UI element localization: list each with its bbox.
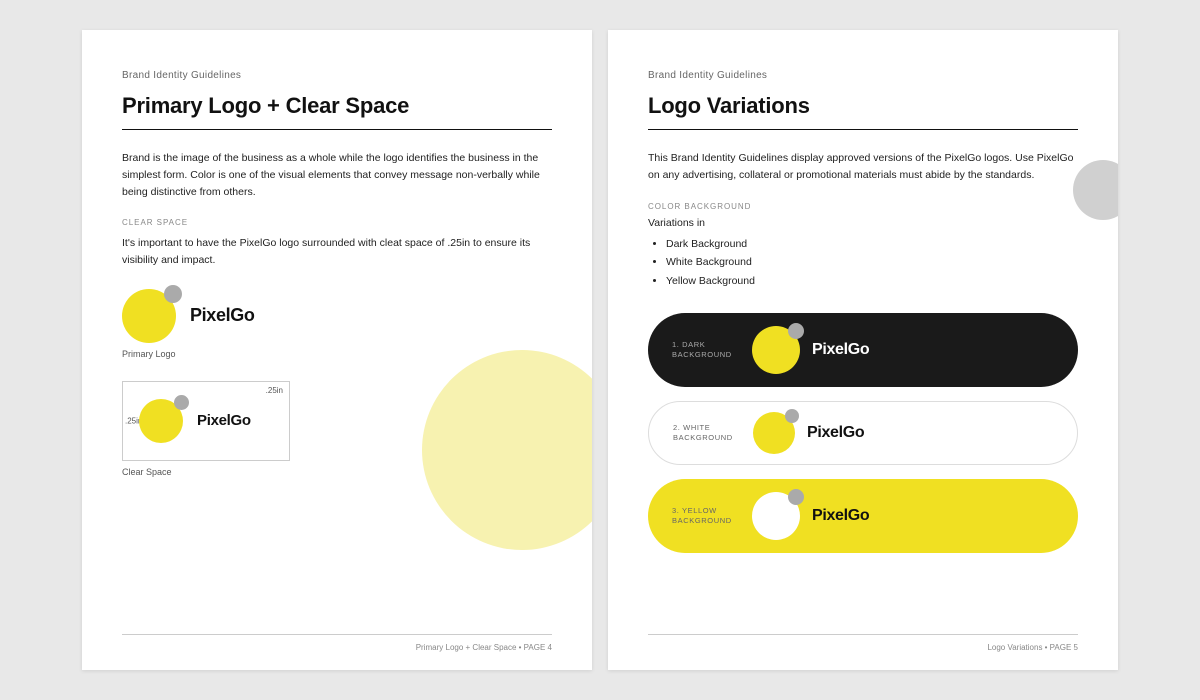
left-body-text: Brand is the image of the business as a … (122, 150, 552, 200)
left-page-title: Primary Logo + Clear Space (122, 93, 552, 119)
variations-intro-text: Variations in (648, 217, 1078, 229)
dark-card-label: 1. DARK BACKGROUND (672, 340, 732, 361)
dark-card-wordmark: PixelGo (812, 341, 869, 359)
clear-space-section-label: CLEAR SPACE (122, 218, 552, 227)
clear-space-box: .25in .25in PixelGo (122, 381, 290, 461)
white-card-circle-gray (785, 409, 799, 423)
left-brand-label: Brand Identity Guidelines (122, 70, 552, 81)
dark-card-circle-gray (788, 323, 804, 339)
cs-logo-circle-gray (174, 395, 189, 410)
primary-logo-wordmark: PixelGo (190, 305, 255, 326)
white-card-logo-area: PixelGo (733, 412, 1053, 454)
clear-space-top-measure: .25in (266, 386, 283, 395)
right-page-title: Logo Variations (648, 93, 1078, 119)
left-page-footer: Primary Logo + Clear Space • PAGE 4 (122, 634, 552, 652)
right-page: Brand Identity Guidelines Logo Variation… (608, 30, 1118, 670)
right-brand-label: Brand Identity Guidelines (648, 70, 1078, 81)
white-card-circle-yellow (753, 412, 795, 454)
variations-list: Dark Background White Background Yellow … (648, 235, 1078, 292)
cs-logo-wordmark: PixelGo (197, 412, 251, 429)
clear-space-text: It's important to have the PixelGo logo … (122, 235, 552, 269)
variation-list-item-white: White Background (666, 253, 1078, 272)
white-card-wordmark: PixelGo (807, 424, 864, 442)
clear-space-logo: PixelGo (139, 399, 251, 443)
yellow-card-circle-gray (788, 489, 804, 505)
right-title-divider (648, 129, 1078, 130)
clear-space-demo-label: Clear Space (122, 467, 552, 477)
logo-circle-yellow (122, 289, 176, 343)
right-footer-text: Logo Variations • PAGE 5 (987, 643, 1078, 652)
right-body-text: This Brand Identity Guidelines display a… (648, 150, 1078, 184)
dark-card-logo-area: PixelGo (732, 326, 1054, 374)
variation-card-yellow: 3. YELLOW BACKGROUND PixelGo (648, 479, 1078, 553)
variation-card-dark: 1. DARK BACKGROUND PixelGo (648, 313, 1078, 387)
variation-card-white: 2. WHITE BACKGROUND PixelGo (648, 401, 1078, 465)
primary-logo-label: Primary Logo (122, 349, 552, 359)
primary-logo-display: PixelGo (122, 289, 552, 343)
yellow-card-circle-white (752, 492, 800, 540)
right-page-footer: Logo Variations • PAGE 5 (648, 634, 1078, 652)
color-background-label: COLOR BACKGROUND (648, 202, 1078, 211)
cs-logo-circle-yellow (139, 399, 183, 443)
variation-list-item-dark: Dark Background (666, 235, 1078, 254)
yellow-card-label: 3. YELLOW BACKGROUND (672, 506, 732, 527)
bg-decoration-circle-gray (1073, 160, 1118, 220)
yellow-card-wordmark: PixelGo (812, 507, 869, 525)
left-footer-text: Primary Logo + Clear Space • PAGE 4 (416, 643, 552, 652)
pages-container: Brand Identity Guidelines Primary Logo +… (0, 0, 1200, 700)
variation-list-item-yellow: Yellow Background (666, 272, 1078, 291)
left-page: Brand Identity Guidelines Primary Logo +… (82, 30, 592, 670)
logo-circle-gray (164, 285, 182, 303)
dark-card-circle-yellow (752, 326, 800, 374)
left-title-divider (122, 129, 552, 130)
yellow-card-logo-area: PixelGo (732, 492, 1054, 540)
white-card-label: 2. WHITE BACKGROUND (673, 423, 733, 444)
